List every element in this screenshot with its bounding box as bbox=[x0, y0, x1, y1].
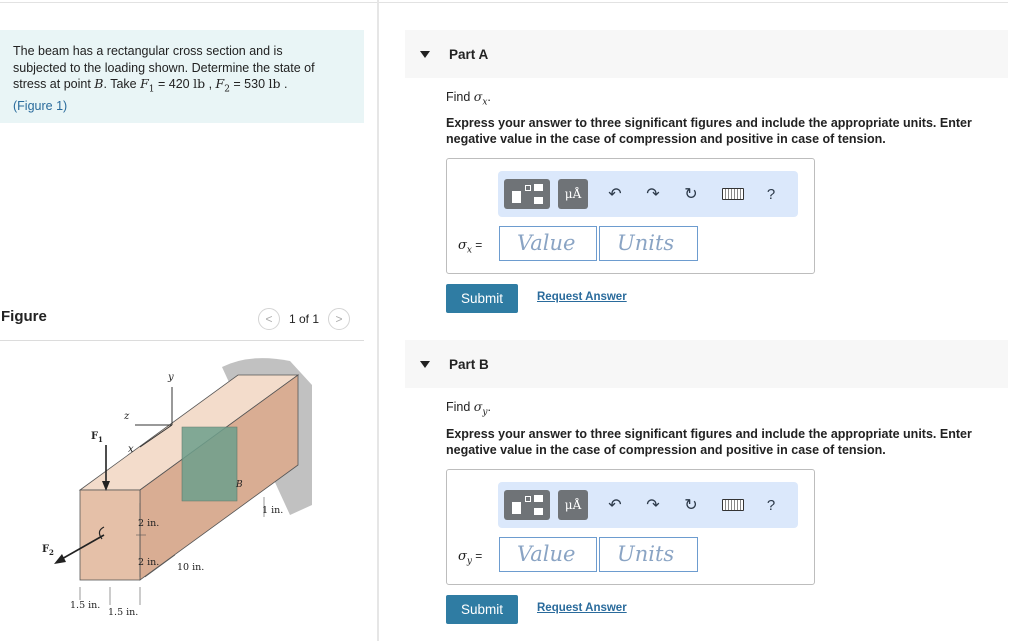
sigma-x-label: σx = bbox=[458, 238, 482, 255]
help-icon[interactable]: ? bbox=[756, 490, 786, 520]
figure-pager: < 1 of 1 > bbox=[258, 308, 351, 330]
part-a-submit-button[interactable]: Submit bbox=[446, 284, 518, 313]
problem-text: . bbox=[280, 77, 288, 91]
part-b-submit-button[interactable]: Submit bbox=[446, 595, 518, 624]
f2-unit: lb bbox=[268, 76, 281, 91]
undo-icon[interactable]: ↶ bbox=[600, 490, 630, 520]
redo-icon[interactable]: ↷ bbox=[638, 490, 668, 520]
dim-10in: 10 in. bbox=[177, 562, 204, 573]
part-a-title: Part A bbox=[449, 46, 489, 62]
reset-icon[interactable]: ↻ bbox=[676, 179, 706, 209]
keyboard-icon[interactable] bbox=[718, 490, 748, 520]
axis-z-label: z bbox=[123, 411, 130, 422]
part-b-request-answer-link[interactable]: Request Answer bbox=[537, 602, 627, 614]
part-a-header[interactable]: Part A bbox=[405, 30, 1008, 78]
equation-toolbar: μÅ ↶ ↷ ↻ ? bbox=[498, 171, 798, 217]
dim-1in: 1 in. bbox=[262, 505, 283, 516]
dim-1-5in-left: 1.5 in. bbox=[70, 600, 100, 611]
problem-line-2: subjected to the loading shown. Determin… bbox=[13, 60, 315, 75]
figure-link[interactable]: (Figure 1) bbox=[13, 99, 67, 113]
templates-icon[interactable] bbox=[504, 490, 550, 520]
problem-statement: The beam has a rectangular cross section… bbox=[0, 30, 364, 123]
problem-line-3: stress at point B. Take F1 = 420 lb , F2… bbox=[13, 76, 351, 98]
part-b-title: Part B bbox=[449, 356, 489, 372]
beam-figure: y z x F 1 F 2 B 1 in. 2 in. 2 in. 10 in.… bbox=[42, 358, 312, 618]
page: The beam has a rectangular cross section… bbox=[0, 0, 1024, 641]
dim-2in-upper: 2 in. bbox=[138, 518, 159, 529]
help-icon[interactable]: ? bbox=[756, 179, 786, 209]
find-text: . bbox=[487, 90, 491, 104]
f1-label-sub: 1 bbox=[98, 435, 103, 444]
axis-y-label: y bbox=[167, 372, 174, 383]
part-b-find: Find σy. bbox=[446, 399, 491, 418]
part-b-answer-box: μÅ ↶ ↷ ↻ ? σy = Value Units bbox=[446, 469, 815, 585]
units-input[interactable]: Units bbox=[599, 537, 698, 572]
f1-unit: lb bbox=[193, 76, 206, 91]
units-input[interactable]: Units bbox=[599, 226, 698, 261]
redo-icon[interactable]: ↷ bbox=[638, 179, 668, 209]
label-equals: = bbox=[471, 549, 483, 563]
f1-symbol: F bbox=[140, 76, 149, 91]
figure-title: Figure bbox=[1, 308, 47, 325]
units-symbol-button[interactable]: μÅ bbox=[558, 490, 588, 520]
part-a-request-answer-link[interactable]: Request Answer bbox=[537, 291, 627, 303]
find-text: . bbox=[487, 400, 491, 414]
dim-1-5in-right: 1.5 in. bbox=[108, 607, 138, 618]
next-figure-button[interactable]: > bbox=[328, 308, 351, 330]
label-equals: = bbox=[471, 238, 483, 252]
point-b-label: B bbox=[235, 480, 243, 490]
value-input[interactable]: Value bbox=[499, 226, 597, 261]
prev-figure-button[interactable]: < bbox=[258, 308, 280, 330]
f2-label-sub: 2 bbox=[49, 548, 54, 557]
part-a-instruction: Express your answer to three significant… bbox=[446, 116, 972, 146]
collapse-caret-icon[interactable] bbox=[420, 50, 430, 58]
part-a-answer-box: μÅ ↶ ↷ ↻ ? σx = Value Units bbox=[446, 158, 815, 274]
part-a-find: Find σx. bbox=[446, 89, 491, 108]
part-b-instruction: Express your answer to three significant… bbox=[446, 427, 972, 457]
label-symbol: σ bbox=[458, 238, 467, 253]
column-divider bbox=[377, 0, 379, 641]
find-text: Find bbox=[446, 400, 474, 414]
find-text: Find bbox=[446, 90, 474, 104]
figure-counter: 1 of 1 bbox=[289, 312, 320, 326]
figure-header: Figure < 1 of 1 > bbox=[0, 305, 364, 341]
collapse-caret-icon[interactable] bbox=[420, 360, 430, 368]
equation-toolbar: μÅ ↶ ↷ ↻ ? bbox=[498, 482, 798, 528]
f2-value: = 530 bbox=[229, 77, 269, 91]
axis-x-label: x bbox=[128, 444, 134, 455]
undo-icon[interactable]: ↶ bbox=[600, 179, 630, 209]
keyboard-icon[interactable] bbox=[718, 179, 748, 209]
part-b-header[interactable]: Part B bbox=[405, 340, 1008, 388]
dim-2in-lower: 2 in. bbox=[138, 557, 159, 568]
problem-line-1: The beam has a rectangular cross section… bbox=[13, 44, 283, 58]
problem-text: stress at point bbox=[13, 77, 95, 91]
f1-value: = 420 bbox=[154, 77, 194, 91]
problem-text: , bbox=[205, 77, 216, 91]
units-symbol-button[interactable]: μÅ bbox=[558, 179, 588, 209]
templates-icon[interactable] bbox=[504, 179, 550, 209]
reset-icon[interactable]: ↻ bbox=[676, 490, 706, 520]
sigma-y-label: σy = bbox=[458, 549, 482, 566]
label-symbol: σ bbox=[458, 549, 467, 564]
top-rule bbox=[0, 2, 1008, 3]
problem-text: . Take bbox=[103, 77, 141, 91]
value-input[interactable]: Value bbox=[499, 537, 597, 572]
f2-symbol: F bbox=[215, 76, 225, 91]
